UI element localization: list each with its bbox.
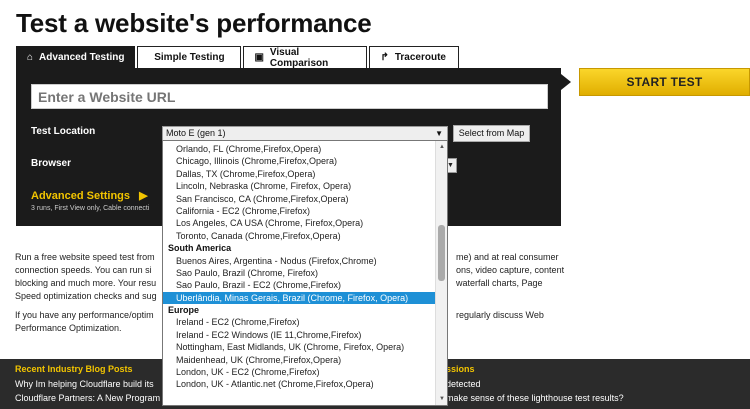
- description-line: Run a free website speed test from: [15, 252, 155, 262]
- tab-label: Traceroute: [394, 52, 446, 63]
- tab-label: Simple Testing: [154, 52, 225, 63]
- option-group-label: Europe: [168, 305, 200, 316]
- location-option[interactable]: Toronto, Canada (Chrome,Firefox,Opera): [163, 230, 435, 242]
- tab-advanced-testing[interactable]: ⌂ Advanced Testing: [16, 46, 136, 68]
- location-option[interactable]: Sao Paulo, Brazil - EC2 (Chrome,Firefox): [163, 279, 435, 291]
- discussion-link[interactable]: make sense of these lighthouse test resu…: [446, 393, 624, 403]
- url-input[interactable]: [31, 84, 548, 109]
- tab-visual-comparison[interactable]: ▣ Visual Comparison: [243, 46, 368, 69]
- description-line: blocking and much more. Your resu: [15, 278, 157, 288]
- tab-simple-testing[interactable]: Simple Testing: [137, 46, 242, 68]
- test-type-tabs: ⌂ Advanced Testing Simple Testing ▣ Visu…: [16, 46, 461, 69]
- location-options-list: Orlando, FL (Chrome,Firefox,Opera) Chicag…: [163, 143, 435, 391]
- test-location-select[interactable]: Moto E (gen 1) ▼: [162, 126, 448, 141]
- location-option[interactable]: London, UK - Atlantic.net (Chrome,Firefo…: [163, 378, 435, 390]
- description-line: regularly discuss Web: [456, 310, 544, 320]
- location-option[interactable]: Lincoln, Nebraska (Chrome, Firefox, Oper…: [163, 180, 435, 192]
- location-option[interactable]: Maidenhead, UK (Chrome,Firefox,Opera): [163, 354, 435, 366]
- chevron-down-icon: ▼: [435, 129, 443, 138]
- page-title: Test a website's performance: [16, 8, 372, 38]
- description-line: If you have any performance/optim: [15, 310, 154, 320]
- location-option[interactable]: Ireland - EC2 Windows (IE 11,Chrome,Fire…: [163, 329, 435, 341]
- start-test-button[interactable]: START TEST: [579, 68, 750, 96]
- description-line: waterfall charts, Page: [456, 278, 543, 288]
- image-icon: ▣: [254, 52, 264, 63]
- browser-label: Browser: [31, 158, 72, 169]
- description-line: Speed optimization checks and sug: [15, 291, 157, 301]
- route-icon: ↱: [380, 52, 389, 63]
- select-from-map-button[interactable]: Select from Map: [453, 125, 530, 142]
- chevron-down-icon: ▼: [447, 162, 454, 169]
- description-line: ons, video capture, content: [456, 265, 565, 275]
- option-group-label: South America: [168, 243, 232, 254]
- start-test-area: START TEST: [561, 68, 750, 96]
- scroll-down-icon[interactable]: ▼: [436, 393, 447, 405]
- advanced-settings-label: Advanced Settings: [31, 190, 131, 202]
- location-option[interactable]: London, UK - EC2 (Chrome,Firefox): [163, 366, 435, 378]
- scroll-up-icon[interactable]: ▲: [436, 141, 447, 153]
- location-option[interactable]: Sao Paulo, Brazil (Chrome, Firefox): [163, 267, 435, 279]
- advanced-settings-toggle[interactable]: Advanced Settings ▶: [31, 189, 148, 202]
- location-option[interactable]: San Francisco, CA (Chrome,Firefox,Opera): [163, 193, 435, 205]
- test-location-label: Test Location: [31, 126, 96, 137]
- scrollbar-thumb[interactable]: [438, 225, 445, 281]
- location-option[interactable]: Dallas, TX (Chrome,Firefox,Opera): [163, 168, 435, 180]
- description-line: connection speeds. You can run si: [15, 265, 152, 275]
- location-option[interactable]: Los Angeles, CA USA (Chrome, Firefox,Ope…: [163, 217, 435, 229]
- location-option[interactable]: Ireland - EC2 (Chrome,Firefox): [163, 316, 435, 328]
- location-option[interactable]: Buenos Aires, Argentina - Nodus (Firefox…: [163, 255, 435, 267]
- blog-heading: Recent Industry Blog Posts: [15, 364, 133, 374]
- tab-label: Advanced Testing: [39, 52, 125, 63]
- location-option[interactable]: Orlando, FL (Chrome,Firefox,Opera): [163, 143, 435, 155]
- location-option[interactable]: California - EC2 (Chrome,Firefox): [163, 205, 435, 217]
- discussion-link[interactable]: detected: [446, 379, 481, 389]
- panel-pointer: [561, 74, 571, 90]
- tab-label: Visual Comparison: [269, 46, 329, 69]
- description-line: Performance Optimization.: [15, 323, 122, 333]
- location-option[interactable]: Chicago, Illinois (Chrome,Firefox,Opera): [163, 155, 435, 167]
- location-option[interactable]: Uberlândia, Minas Gerais, Brazil (Chrome…: [163, 291, 435, 305]
- tab-traceroute[interactable]: ↱ Traceroute: [369, 46, 460, 68]
- blog-post-link[interactable]: Cloudflare Partners: A New Program: [15, 393, 160, 403]
- test-location-dropdown[interactable]: Orlando, FL (Chrome,Firefox,Opera) Chicag…: [162, 140, 448, 406]
- description-line: me) and at real consumer: [456, 252, 559, 262]
- discussions-heading: ssions: [446, 364, 475, 374]
- location-option[interactable]: Nottingham, East Midlands, UK (Chrome, F…: [163, 341, 435, 353]
- triangle-right-icon: ▶: [139, 190, 148, 202]
- dropdown-scrollbar[interactable]: ▲ ▼: [435, 141, 447, 405]
- blog-post-link[interactable]: Why Im helping Cloudflare build its: [15, 379, 154, 389]
- test-location-value: Moto E (gen 1): [166, 128, 226, 138]
- house-icon: ⌂: [27, 52, 34, 63]
- advanced-settings-summary: 3 runs, First View only, Cable connecti: [31, 205, 150, 212]
